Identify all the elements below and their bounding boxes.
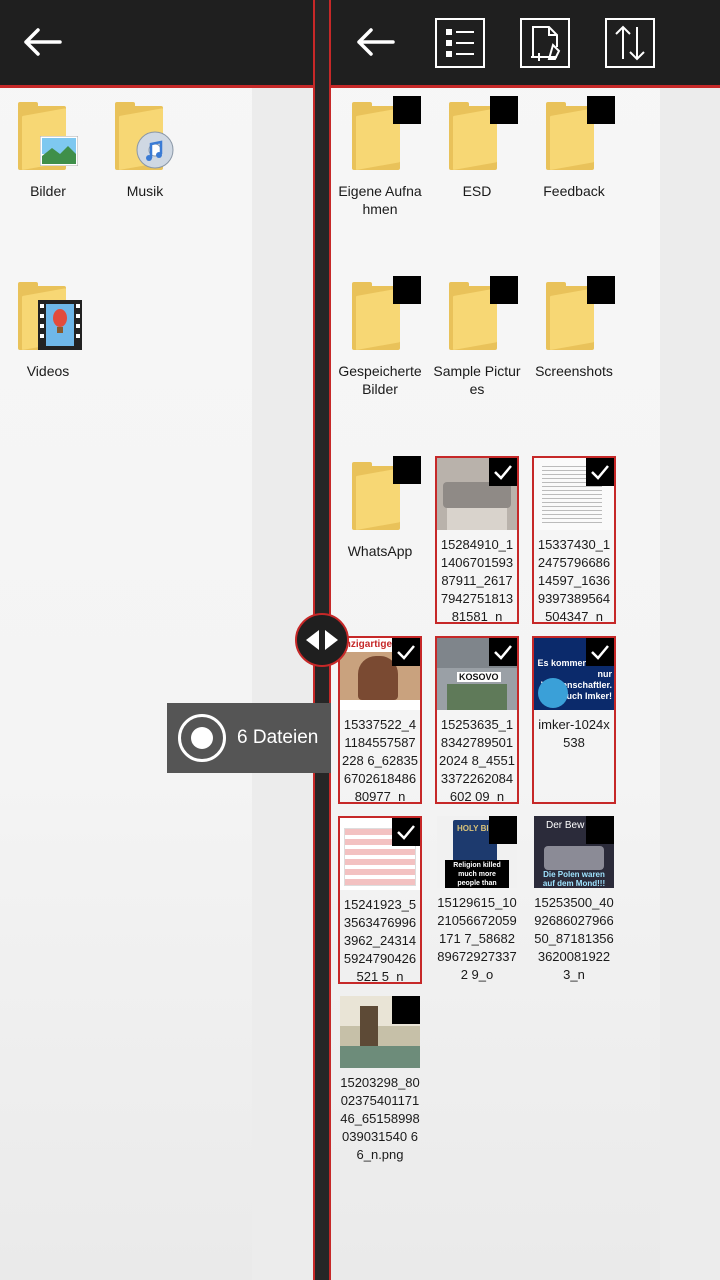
back-arrow-icon[interactable] bbox=[18, 20, 66, 64]
folder-item[interactable]: ESD bbox=[433, 96, 521, 200]
file-thumbnail: inzigartige Aufna bbox=[340, 638, 420, 710]
file-thumbnail: Es kommen nicht nur Wissenschaftler. Auc… bbox=[534, 638, 614, 710]
film-strip-icon bbox=[38, 300, 82, 350]
selection-checkbox[interactable] bbox=[393, 456, 421, 484]
file-thumbnail bbox=[437, 458, 517, 530]
file-thumbnail bbox=[340, 996, 420, 1068]
left-pane: Bilder Musik Videos bbox=[0, 0, 313, 1280]
file-thumbnail: HOLY BIBLE Religion killed much more peo… bbox=[437, 816, 517, 888]
file-item[interactable]: 15241923_535634769963962_243145924790426… bbox=[338, 816, 422, 984]
file-item[interactable]: 15284910_1140670159387911_26177942751813… bbox=[435, 456, 519, 624]
folder-item[interactable]: Feedback bbox=[530, 96, 618, 200]
checkmark-icon[interactable] bbox=[489, 458, 517, 486]
selection-count-text: 6 Dateien bbox=[237, 727, 319, 748]
folder-item[interactable]: Sample Pictures bbox=[433, 276, 521, 398]
new-file-icon[interactable] bbox=[520, 18, 570, 68]
right-pane: Eigene Aufnahmen ESD Feedback Gespeicher… bbox=[331, 0, 720, 1280]
split-resize-icon[interactable] bbox=[295, 613, 349, 667]
selection-count-toast: 6 Dateien bbox=[167, 703, 331, 773]
file-item[interactable]: 15337430_1247579668614597_16369397389564… bbox=[532, 456, 616, 624]
folder-item[interactable]: Gespeicherte Bilder bbox=[336, 276, 424, 398]
selection-checkbox[interactable] bbox=[587, 276, 615, 304]
selection-checkbox[interactable] bbox=[490, 96, 518, 124]
pane-stripe bbox=[252, 88, 313, 1280]
file-thumbnail bbox=[340, 818, 420, 890]
checkmark-icon[interactable] bbox=[489, 638, 517, 666]
selection-checkbox[interactable] bbox=[393, 96, 421, 124]
selection-checkbox[interactable] bbox=[586, 816, 614, 844]
folder-item[interactable]: Screenshots bbox=[530, 276, 618, 380]
checkmark-icon[interactable] bbox=[586, 458, 614, 486]
checkmark-icon[interactable] bbox=[392, 638, 420, 666]
folder-item[interactable]: WhatsApp bbox=[336, 456, 424, 560]
file-item[interactable]: KOSOVO 15253635_183427895012024 8_455133… bbox=[435, 636, 519, 804]
file-thumbnail: Der Bew Die Polen waren auf dem Mond!!! bbox=[534, 816, 614, 888]
file-item[interactable]: inzigartige Aufna 15337522_4118455758722… bbox=[338, 636, 422, 804]
back-arrow-icon[interactable] bbox=[351, 20, 399, 64]
left-topbar bbox=[0, 0, 313, 88]
folder-item[interactable]: Musik bbox=[101, 96, 189, 200]
file-item[interactable]: Es kommen nicht nur Wissenschaftler. Auc… bbox=[532, 636, 616, 804]
folder-item[interactable]: Videos bbox=[4, 276, 92, 380]
sort-icon[interactable] bbox=[605, 18, 655, 68]
selection-checkbox[interactable] bbox=[489, 816, 517, 844]
music-disc-icon bbox=[136, 131, 174, 169]
selection-checkbox[interactable] bbox=[393, 276, 421, 304]
selection-checkbox[interactable] bbox=[392, 996, 420, 1024]
record-icon[interactable] bbox=[178, 714, 226, 762]
file-thumbnail bbox=[534, 458, 614, 530]
pane-stripe bbox=[660, 88, 720, 1280]
checkmark-icon[interactable] bbox=[586, 638, 614, 666]
file-item[interactable]: Der Bew Die Polen waren auf dem Mond!!! … bbox=[532, 816, 616, 984]
folder-item[interactable]: Bilder bbox=[4, 96, 92, 200]
selection-checkbox[interactable] bbox=[490, 276, 518, 304]
right-topbar bbox=[331, 0, 720, 88]
selection-checkbox[interactable] bbox=[587, 96, 615, 124]
select-list-icon[interactable] bbox=[435, 18, 485, 68]
landscape-photo-icon bbox=[40, 136, 78, 166]
folder-item[interactable]: Eigene Aufnahmen bbox=[336, 96, 424, 218]
checkmark-icon[interactable] bbox=[392, 818, 420, 846]
file-item[interactable]: HOLY BIBLE Religion killed much more peo… bbox=[435, 816, 519, 984]
file-thumbnail: KOSOVO bbox=[437, 638, 517, 710]
file-item[interactable]: 15203298_8002375401171 46_65158998039031… bbox=[338, 996, 422, 1164]
